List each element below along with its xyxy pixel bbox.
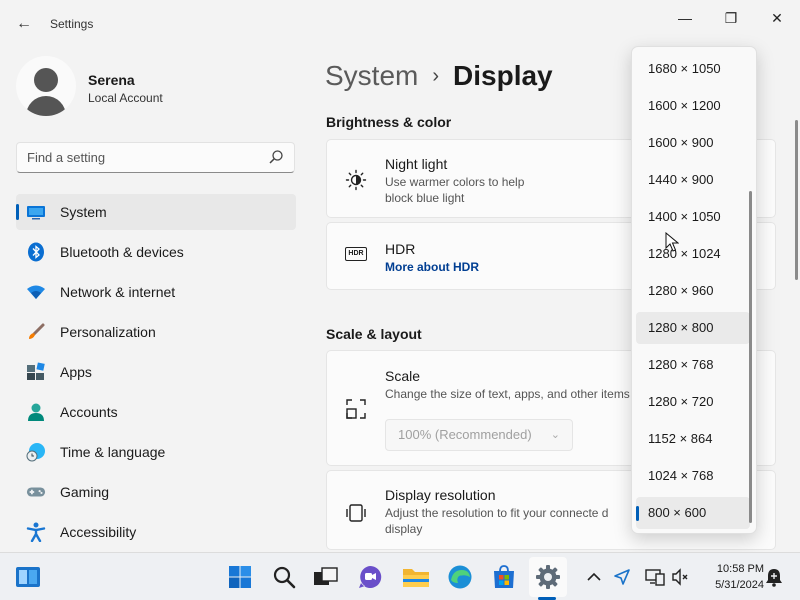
volume-muted-icon[interactable]	[668, 563, 692, 591]
gamepad-icon	[26, 482, 46, 502]
resolution-option-selected[interactable]: 800 × 600	[636, 497, 750, 529]
location-icon[interactable]	[610, 563, 634, 591]
resolution-option[interactable]: 1280 × 720	[636, 386, 750, 418]
scale-icon	[346, 399, 366, 419]
bluetooth-icon	[26, 242, 46, 262]
chevron-down-icon: ⌄	[550, 429, 560, 441]
edge-icon[interactable]	[446, 563, 474, 591]
resolution-option[interactable]: 1280 × 960	[636, 275, 750, 307]
sidebar-item-apps[interactable]: Apps	[16, 354, 296, 390]
search-input[interactable]	[17, 143, 257, 172]
dropdown-scrollbar[interactable]	[749, 191, 752, 523]
mouse-cursor-icon	[665, 232, 679, 252]
sidebar-nav: System Bluetooth & devices Network & int…	[16, 194, 296, 554]
task-view-icon[interactable]	[312, 563, 340, 591]
sidebar-item-accessibility[interactable]: Accessibility	[16, 514, 296, 550]
sidebar-item-label: Network & internet	[60, 284, 176, 300]
resolution-dropdown[interactable]: 1680 × 1050 1600 × 1200 1600 × 900 1440 …	[631, 46, 757, 534]
hdr-icon: HDR	[345, 247, 367, 261]
sidebar-item-bluetooth[interactable]: Bluetooth & devices	[16, 234, 296, 270]
sidebar-item-personalization[interactable]: Personalization	[16, 314, 296, 350]
night-light-icon	[345, 169, 367, 191]
start-icon[interactable]	[226, 563, 254, 591]
sidebar-item-label: Bluetooth & devices	[60, 244, 184, 260]
store-icon[interactable]	[490, 563, 518, 591]
sidebar-item-label: System	[60, 204, 107, 220]
brush-icon	[26, 322, 46, 342]
display-resolution-icon	[346, 504, 366, 522]
accessibility-icon	[26, 522, 46, 542]
breadcrumb-parent[interactable]: System	[325, 60, 418, 92]
settings-icon[interactable]	[534, 563, 562, 591]
resolution-option[interactable]: 1440 × 900	[636, 164, 750, 196]
breadcrumb-separator: ›	[432, 64, 440, 87]
minimize-button[interactable]: —	[662, 4, 708, 32]
display-resolution-description: Adjust the resolution to fit your connec…	[385, 506, 609, 536]
network-icon[interactable]	[642, 563, 668, 591]
section-scale-layout: Scale & layout	[326, 326, 422, 342]
sidebar-item-network[interactable]: Network & internet	[16, 274, 296, 310]
sidebar-item-accounts[interactable]: Accounts	[16, 394, 296, 430]
scale-description: Change the size of text, apps, and other…	[385, 387, 630, 401]
resolution-option[interactable]: 1400 × 1050	[636, 201, 750, 233]
taskbar: 10:58 PM 5/31/2024	[0, 552, 800, 600]
app-title: Settings	[50, 17, 94, 31]
resolution-option[interactable]: 1024 × 768	[636, 460, 750, 492]
resolution-option-hovered[interactable]: 1280 × 800	[636, 312, 750, 344]
chevron-up-icon[interactable]	[582, 563, 606, 591]
night-light-title: Night light	[385, 156, 448, 172]
sidebar-item-label: Time & language	[60, 444, 166, 460]
back-button[interactable]: ←	[12, 12, 36, 36]
title-bar: ← Settings — ❐ ✕	[0, 0, 800, 40]
night-light-description: Use warmer colors to help block blue lig…	[385, 175, 525, 205]
taskbar-clock[interactable]: 10:58 PM 5/31/2024	[700, 561, 764, 593]
resolution-option[interactable]: 1280 × 1024	[636, 238, 750, 270]
search-icon[interactable]	[268, 149, 284, 165]
account-type: Local Account	[88, 91, 163, 105]
system-icon	[26, 202, 46, 222]
sidebar-item-label: Accessibility	[60, 524, 137, 540]
sidebar-item-label: Apps	[60, 364, 92, 380]
clock-time: 10:58 PM	[716, 563, 764, 575]
avatar[interactable]	[16, 56, 76, 116]
maximize-button[interactable]: ❐	[708, 4, 754, 32]
user-name: Serena	[88, 72, 135, 88]
sidebar-item-label: Personalization	[60, 324, 156, 340]
hdr-title: HDR	[385, 241, 416, 257]
notification-icon[interactable]	[762, 563, 786, 591]
resolution-option[interactable]: 1600 × 900	[636, 127, 750, 159]
sidebar-item-label: Gaming	[60, 484, 110, 500]
scale-title: Scale	[385, 368, 421, 384]
breadcrumb: System › Display	[325, 58, 553, 94]
wifi-icon	[26, 282, 46, 302]
resolution-option[interactable]: 1152 × 864	[636, 423, 750, 455]
globe-clock-icon	[26, 442, 46, 462]
sidebar-item-system[interactable]: System	[16, 194, 296, 230]
search-box[interactable]	[16, 142, 295, 173]
accounts-icon	[26, 402, 46, 422]
section-brightness-color: Brightness & color	[326, 114, 452, 130]
sidebar-item-label: Accounts	[60, 404, 118, 420]
resolution-option[interactable]: 1680 × 1050	[636, 53, 750, 85]
resolution-option[interactable]: 1280 × 768	[636, 349, 750, 381]
display-resolution-title: Display resolution	[385, 487, 496, 503]
avatar-head-icon	[34, 68, 58, 92]
widgets-icon[interactable]	[14, 563, 42, 591]
scale-dropdown[interactable]: 100% (Recommended) ⌄	[385, 419, 573, 451]
apps-icon	[26, 362, 46, 382]
close-button[interactable]: ✕	[754, 4, 800, 32]
file-explorer-icon[interactable]	[402, 563, 430, 591]
chat-icon[interactable]	[356, 563, 384, 591]
window-scrollbar[interactable]	[795, 120, 798, 280]
avatar-body-icon	[26, 96, 66, 116]
sidebar-item-gaming[interactable]: Gaming	[16, 474, 296, 510]
clock-date: 5/31/2024	[715, 579, 764, 591]
page-title: Display	[453, 60, 553, 91]
hdr-link[interactable]: More about HDR	[385, 260, 479, 274]
search-icon[interactable]	[270, 563, 298, 591]
scale-dropdown-value: 100% (Recommended)	[398, 427, 532, 442]
sidebar-item-time-language[interactable]: Time & language	[16, 434, 296, 470]
resolution-option[interactable]: 1600 × 1200	[636, 90, 750, 122]
